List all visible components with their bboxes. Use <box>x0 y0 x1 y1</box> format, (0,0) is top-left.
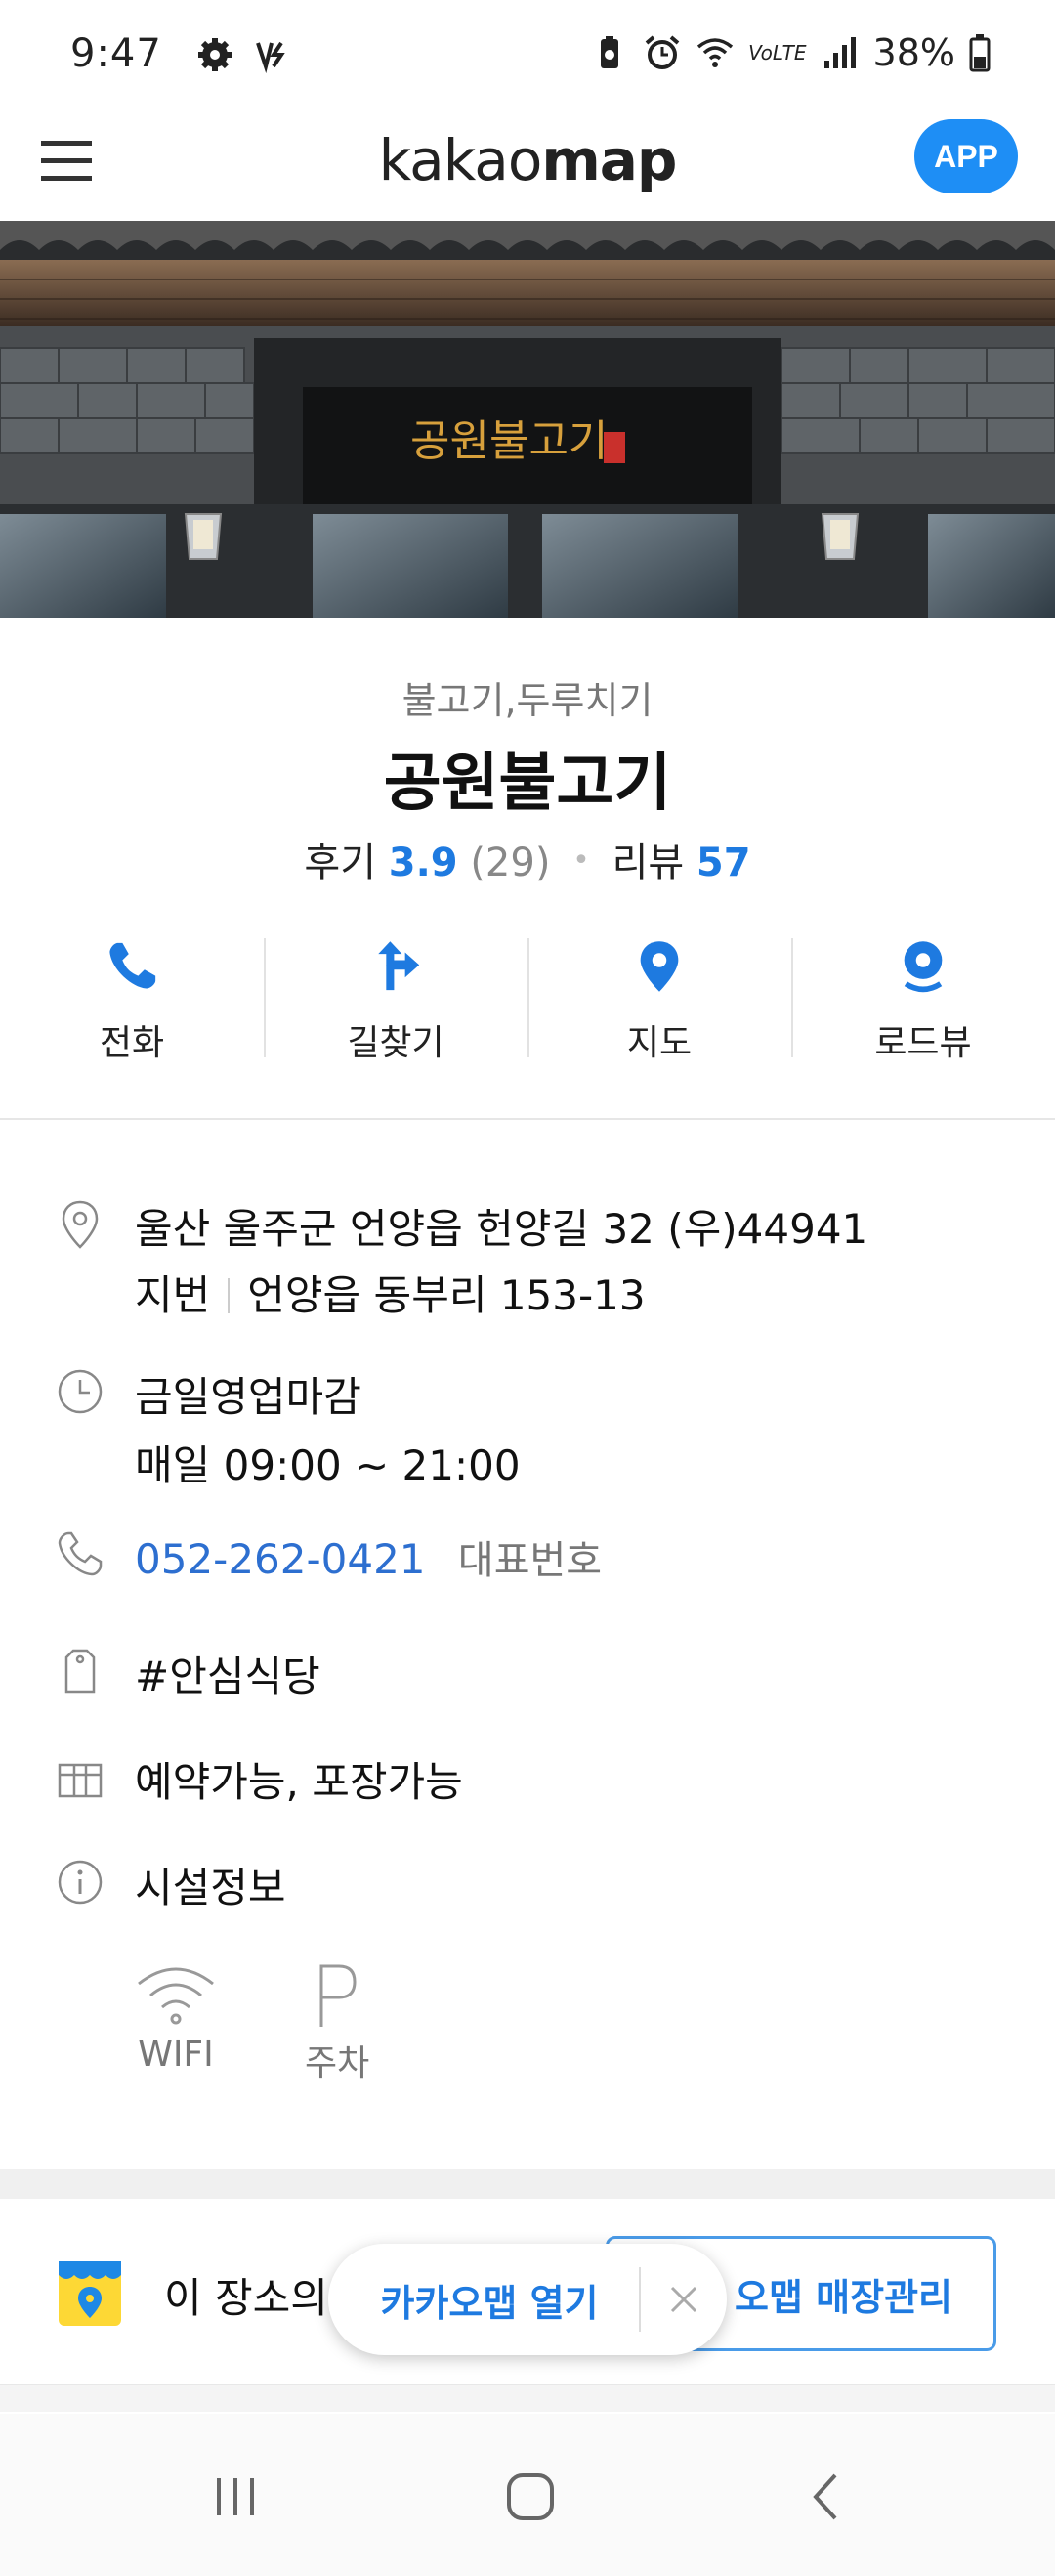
wifi-icon <box>138 1967 214 2025</box>
place-name: 공원불고기 <box>383 748 672 820</box>
alarm-icon <box>645 35 680 69</box>
home-button[interactable] <box>486 2453 574 2541</box>
roadview-button[interactable]: 로드뷰 <box>791 928 1055 1065</box>
storefront-photo: 공원불고기 <box>0 221 1055 618</box>
phone-type-label: 대표번호 <box>457 1538 603 1583</box>
logo-light: kakao <box>378 127 543 193</box>
roadview-label: 로드뷰 <box>874 1023 972 1063</box>
phone-line: 052-262-0421 대표번호 <box>135 1528 602 1585</box>
tag-icon <box>64 1649 96 1694</box>
separator-dot: • <box>572 843 590 878</box>
status-bar: 9:47 VoLTE 38% <box>0 0 1055 109</box>
recent-apps-button[interactable] <box>191 2453 279 2541</box>
back-button[interactable] <box>781 2453 869 2541</box>
call-button[interactable]: 전화 <box>0 928 264 1065</box>
lot-label: 지번 <box>135 1271 211 1319</box>
wifi-status-icon <box>697 38 734 67</box>
signal-icon <box>823 37 856 68</box>
facility-parking: 주차 <box>305 1960 369 2085</box>
shop-sign-text: 공원불고기 <box>410 416 608 466</box>
close-icon <box>670 2286 697 2313</box>
directions-icon <box>378 941 420 991</box>
back-icon <box>813 2473 837 2520</box>
directions-button[interactable]: 길찾기 <box>264 928 528 1065</box>
review-score[interactable]: 3.9 <box>389 840 458 885</box>
system-nav-bar <box>0 2414 1055 2576</box>
place-photo[interactable]: 공원불고기 <box>0 221 1055 618</box>
pill-close-button[interactable] <box>641 2244 727 2355</box>
directions-label: 길찾기 <box>347 1023 444 1063</box>
hours-text[interactable]: 매일 09:00 ~ 21:00 <box>135 1433 521 1492</box>
recent-apps-icon <box>217 2478 254 2515</box>
map-button[interactable]: 지도 <box>528 928 791 1065</box>
home-icon <box>507 2473 554 2520</box>
roadview-icon <box>904 941 943 993</box>
bottom-edge <box>0 2384 1055 2412</box>
services-text: 예약가능, 포장가능 <box>135 1758 463 1806</box>
phone-number[interactable]: 052-262-0421 <box>135 1535 426 1583</box>
phone-icon <box>109 942 156 989</box>
status-left-icons <box>195 35 291 74</box>
open-app-button[interactable]: APP <box>914 119 1018 193</box>
safe-restaurant-tag[interactable]: #안심식당 <box>135 1644 320 1703</box>
volte-label: VoLTE <box>748 41 807 64</box>
call-label: 전화 <box>99 1023 165 1063</box>
store-pin-icon <box>59 2261 121 2326</box>
gift-icon <box>58 1763 103 1798</box>
place-summary: 불고기,두루치기 공원불고기 후기 3.9 (29) • 리뷰 57 전화 길찾… <box>0 618 1055 1120</box>
kakaomap-logo[interactable]: kakaomap <box>0 127 1055 193</box>
open-kakaomap-button[interactable]: 카카오맵 열기 <box>328 2273 639 2327</box>
section-divider <box>0 2169 1055 2199</box>
lot-separator <box>228 1278 231 1313</box>
review-label: 후기 <box>304 840 377 885</box>
status-time: 9:47 <box>70 31 162 76</box>
review-count[interactable]: (29) <box>470 840 550 885</box>
map-label: 지도 <box>626 1023 693 1063</box>
blog-review-label: 리뷰 <box>612 840 685 885</box>
battery-icon <box>969 34 991 72</box>
map-pin-icon <box>640 941 679 992</box>
road-address[interactable]: 울산 울주군 언양읍 헌양길 32 (우)44941 <box>135 1196 867 1256</box>
hours-status: 금일영업마감 <box>135 1373 361 1421</box>
info-icon <box>58 1860 103 1905</box>
facility-wifi: WIFI <box>135 1960 217 2075</box>
parking-label: 주차 <box>305 2043 370 2083</box>
phone-outline-icon <box>58 1531 103 1576</box>
lot-address: 언양읍 동부리 153-13 <box>247 1271 646 1319</box>
facility-title: 시설정보 <box>135 1864 286 1911</box>
data-saver-icon <box>256 41 285 74</box>
clock-icon <box>58 1369 103 1414</box>
battery-percent: 38% <box>872 31 955 74</box>
rating-line: 후기 3.9 (29) • 리뷰 57 <box>0 831 1055 887</box>
wifi-label: WIFI <box>138 2035 214 2075</box>
location-outline-icon <box>62 1200 99 1249</box>
battery-saver-icon <box>601 36 619 68</box>
open-kakaomap-pill: 카카오맵 열기 <box>328 2244 727 2355</box>
lot-address-line: 지번 언양읍 동부리 153-13 <box>135 1263 646 1322</box>
action-bar: 전화 길찾기 지도 로드뷰 <box>0 928 1055 1065</box>
status-right-icons: VoLTE 38% <box>590 31 991 74</box>
owner-banner-text: 이 장소의 <box>164 2274 328 2322</box>
logo-bold: map <box>541 127 677 193</box>
parking-icon <box>319 1964 357 2027</box>
place-category: 불고기,두루치기 <box>401 679 654 722</box>
settings-gear-icon <box>198 38 232 71</box>
app-header: kakaomap APP <box>0 109 1055 221</box>
blog-review-count[interactable]: 57 <box>696 840 751 885</box>
